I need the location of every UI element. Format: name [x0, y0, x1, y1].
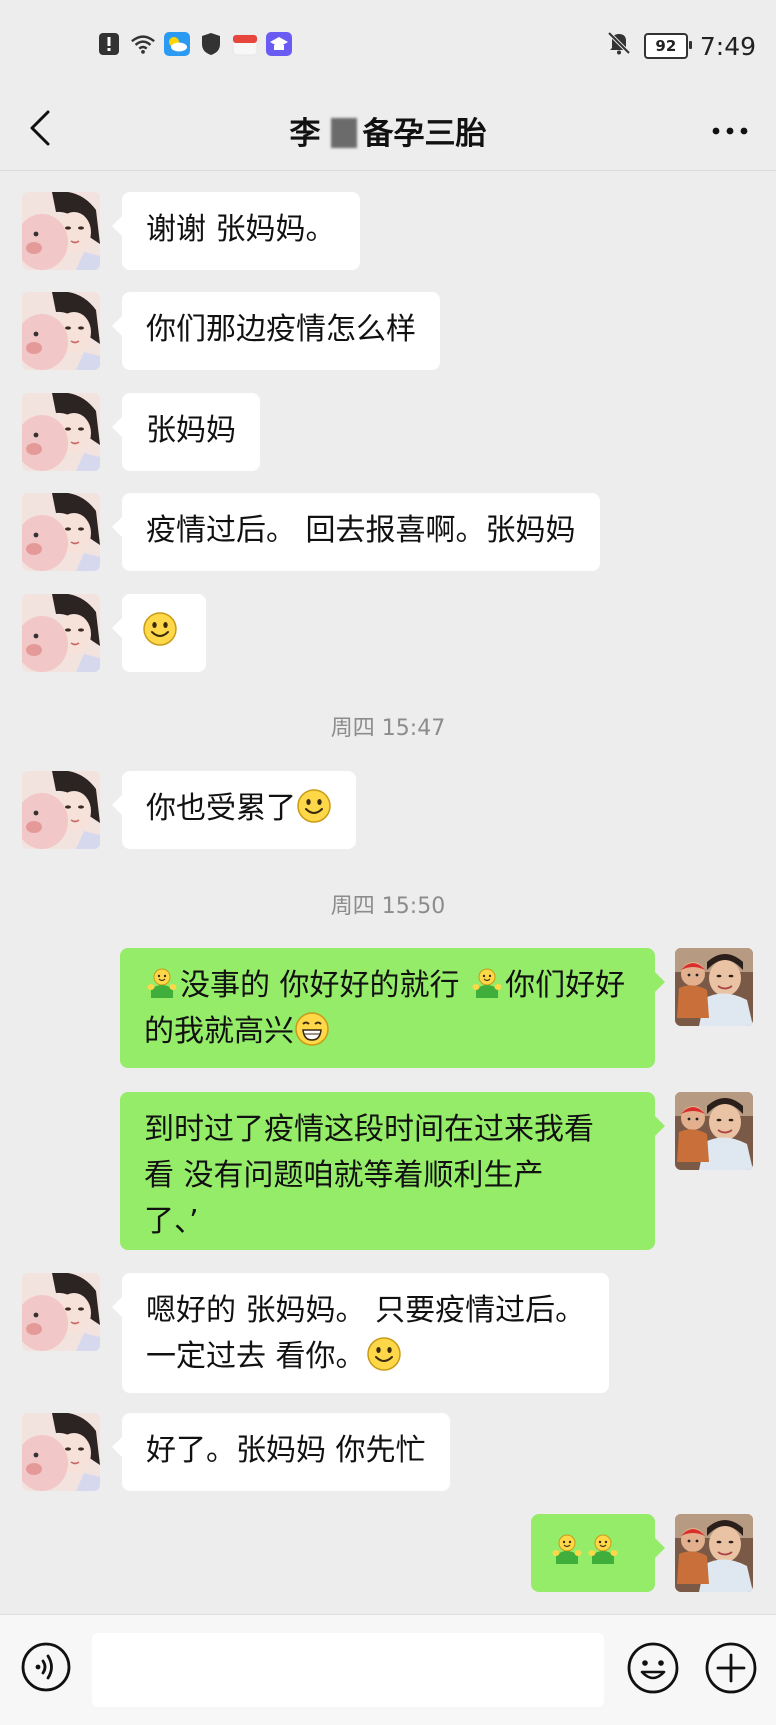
message-text-line: 到时过了疫情这段时间在过来我看	[144, 1112, 594, 1147]
contact-avatar[interactable]	[22, 1413, 100, 1491]
contact-avatar[interactable]	[22, 1273, 100, 1351]
more-functions-button[interactable]	[704, 1641, 758, 1695]
education-app-icon	[266, 32, 292, 56]
contact-avatar[interactable]	[22, 493, 100, 571]
shield-icon	[198, 32, 224, 56]
status-bar: 92 7:49	[0, 0, 776, 90]
more-dots-icon	[712, 127, 748, 135]
message-text: 一定过去 看你。	[146, 1339, 366, 1374]
message-text: 疫情过后。 回去报喜啊。张妈妈	[146, 513, 576, 548]
weather-app-icon	[164, 32, 190, 56]
contact-avatar[interactable]	[22, 393, 100, 471]
my-avatar[interactable]	[675, 948, 753, 1026]
message-bubble-incoming[interactable]	[112, 594, 206, 672]
chat-header: 李 备孕三胎	[0, 90, 776, 171]
message-bubble-incoming[interactable]: 好了。张妈妈 你先忙	[112, 1413, 450, 1491]
emoji-button[interactable]	[626, 1641, 680, 1695]
chat-title: 李 备孕三胎	[0, 108, 776, 153]
input-bar	[0, 1614, 776, 1725]
status-icons-right: 92 7:49	[606, 30, 756, 62]
smile-emoji	[296, 788, 332, 824]
smile-emoji	[142, 611, 178, 647]
alert-icon	[96, 32, 122, 56]
message-bubble-outgoing[interactable]: 没事的 你好好的就行 你们好好的我就高兴	[120, 948, 665, 1068]
message-bubble-incoming[interactable]: 你们那边疫情怎么样	[112, 292, 440, 370]
hug-emoji	[144, 965, 180, 1001]
my-avatar[interactable]	[675, 1514, 753, 1592]
more-button[interactable]	[708, 116, 752, 146]
contact-avatar[interactable]	[22, 292, 100, 370]
message-text-line-with-emoji: 一定过去 看你。	[146, 1334, 585, 1380]
gift-app-icon	[232, 32, 258, 56]
plus-icon	[705, 1642, 757, 1694]
message-text: 谢谢 张妈妈。	[146, 212, 336, 247]
my-avatar[interactable]	[675, 1092, 753, 1170]
emoji-icon	[627, 1642, 679, 1694]
message-bubble-incoming[interactable]: 张妈妈	[112, 393, 260, 471]
chat-title-suffix: 备孕三胎	[362, 116, 487, 152]
mute-bell-icon	[606, 30, 632, 62]
hug-emoji	[585, 1531, 621, 1567]
message-text: 你们那边疫情怎么样	[146, 312, 416, 347]
message-text-line: 了、’	[144, 1204, 199, 1239]
message-text-line: 嗯好的 张妈妈。 只要疫情过后。	[146, 1293, 586, 1328]
message-timestamp: 周四 15:50	[330, 894, 446, 919]
chat-title-prefix: 李	[289, 116, 321, 152]
clock: 7:49	[699, 31, 756, 61]
voice-icon	[21, 1642, 71, 1692]
contact-avatar[interactable]	[22, 192, 100, 270]
redacted-name-block	[330, 118, 357, 148]
message-input[interactable]	[92, 1633, 604, 1707]
message-bubble-outgoing[interactable]: 到时过了疫情这段时间在过来我看看 没有问题咱就等着顺利生产 了、’	[120, 1092, 665, 1250]
contact-avatar[interactable]	[22, 594, 100, 672]
message-bubble-incoming[interactable]: 嗯好的 张妈妈。 只要疫情过后。 一定过去 看你。	[111, 1273, 610, 1393]
status-icons-left	[96, 32, 292, 56]
battery-icon: 92	[643, 33, 692, 59]
battery-level: 92	[655, 37, 677, 55]
message-text: 好了。张妈妈 你先忙	[146, 1433, 426, 1468]
grin-emoji	[294, 1011, 330, 1047]
message-text-line: 看 没有问题咱就等着顺利生产	[144, 1158, 544, 1193]
message-bubble-outgoing[interactable]	[531, 1514, 665, 1592]
hug-emoji	[549, 1531, 585, 1567]
message-bubble-incoming[interactable]: 疫情过后。 回去报喜啊。张妈妈	[112, 493, 600, 571]
hug-emoji	[469, 965, 505, 1001]
message-text: 你也受累了	[146, 791, 296, 826]
message-timestamp: 周四 15:47	[330, 716, 446, 741]
wifi-icon	[130, 32, 156, 56]
contact-avatar[interactable]	[22, 771, 100, 849]
smile-emoji	[366, 1336, 402, 1372]
message-text: 张妈妈	[146, 413, 236, 448]
message-bubble-incoming[interactable]: 你也受累了	[112, 771, 356, 849]
message-text: 没事的 你好好的就行	[180, 968, 470, 1003]
voice-button[interactable]	[20, 1641, 72, 1693]
message-bubble-incoming[interactable]: 谢谢 张妈妈。	[112, 192, 360, 270]
